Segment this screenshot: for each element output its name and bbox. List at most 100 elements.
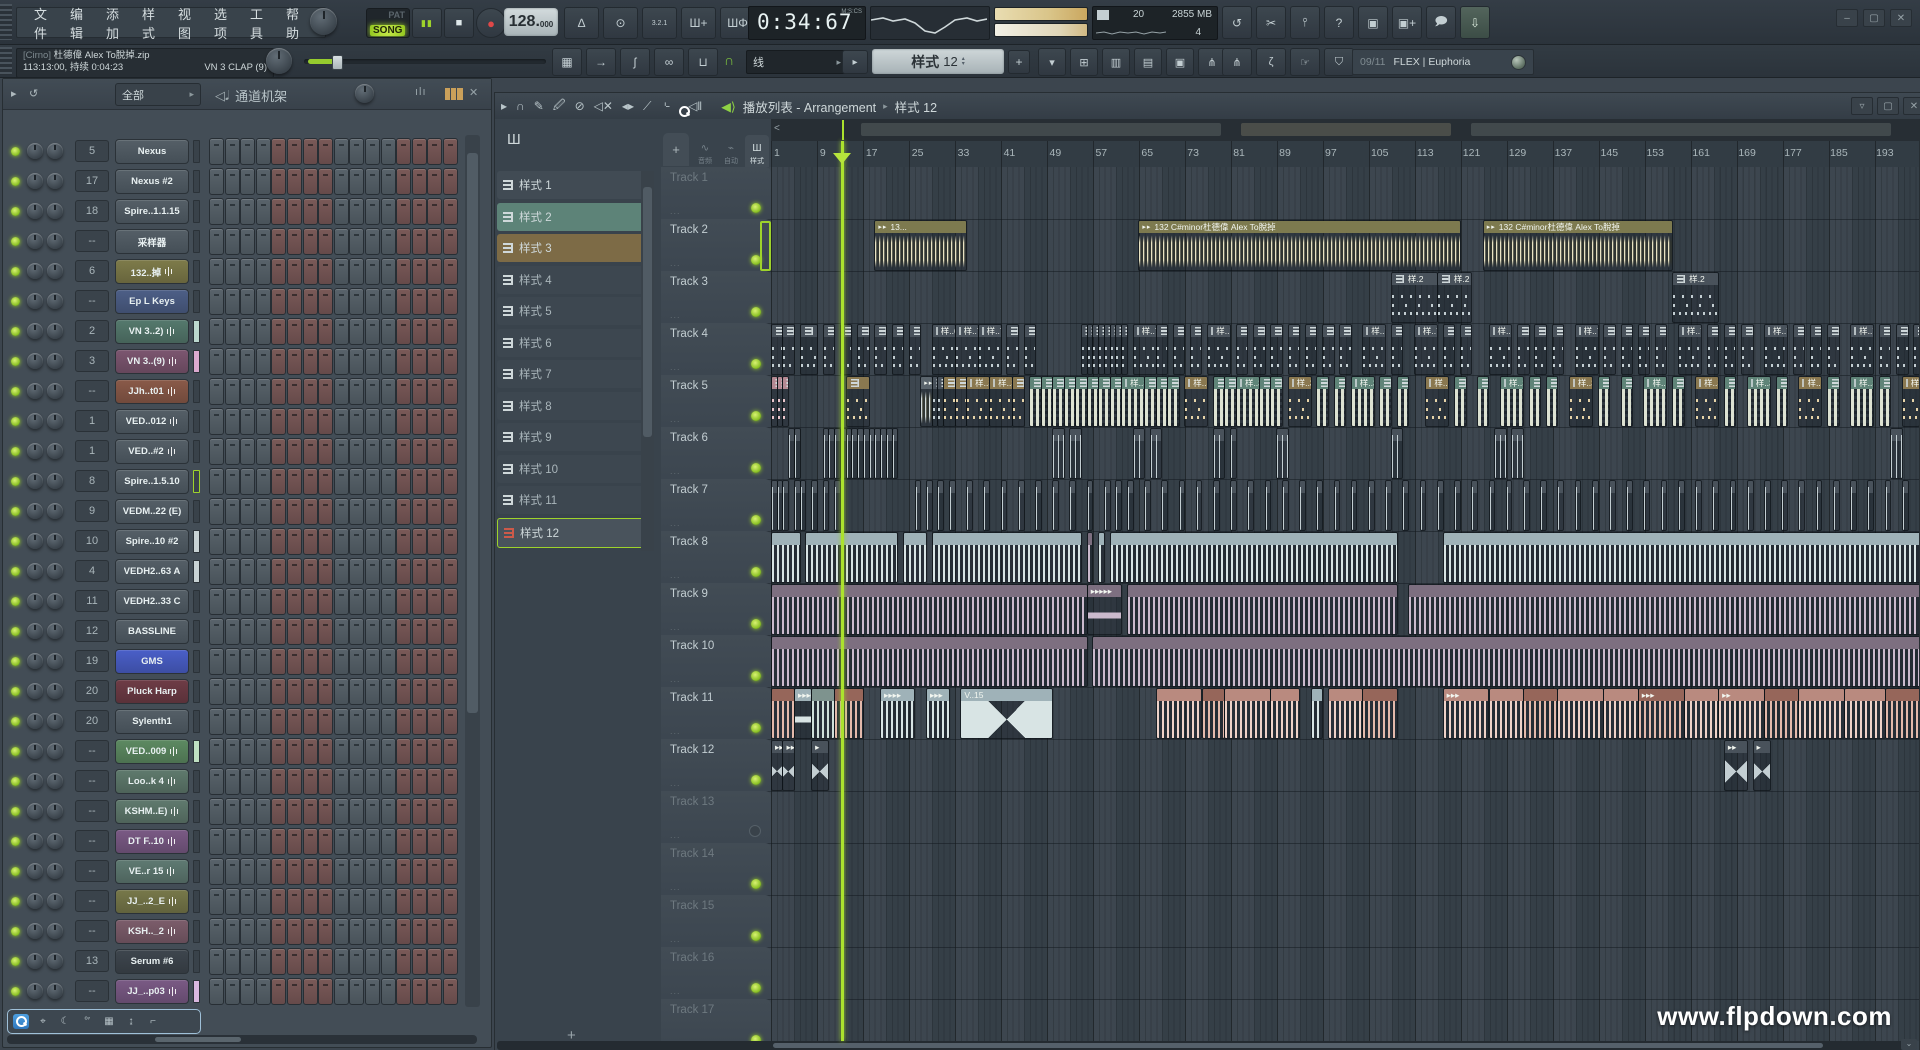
clip[interactable] <box>1437 480 1444 531</box>
step-cell[interactable] <box>303 288 318 315</box>
step-cell[interactable] <box>271 138 286 165</box>
channel-pan-knob[interactable] <box>27 323 43 339</box>
clip[interactable]: ▸▸ <box>1718 688 1765 739</box>
channel-pan-knob[interactable] <box>27 563 43 579</box>
step-cell[interactable] <box>396 438 411 465</box>
channel-target-display[interactable]: 6 <box>75 260 109 282</box>
step-cell[interactable] <box>209 588 224 615</box>
step-cell[interactable] <box>349 408 364 435</box>
step-cell[interactable] <box>334 858 349 885</box>
step-cell[interactable] <box>412 678 427 705</box>
step-cell[interactable] <box>381 138 396 165</box>
clip[interactable]: 样..7 <box>1362 324 1386 375</box>
clip[interactable] <box>1741 324 1753 375</box>
channel-volume-knob[interactable] <box>47 173 63 189</box>
step-cell[interactable] <box>271 528 286 555</box>
clip[interactable] <box>1104 480 1111 531</box>
clip[interactable] <box>1678 480 1685 531</box>
clip[interactable]: 样..7 <box>1207 324 1231 375</box>
step-cell[interactable] <box>303 528 318 555</box>
step-cell[interactable] <box>412 708 427 735</box>
step-cell[interactable] <box>256 618 271 645</box>
step-cell[interactable] <box>287 378 302 405</box>
step-cell[interactable] <box>209 648 224 675</box>
step-cell[interactable] <box>209 618 224 645</box>
channel-volume-knob[interactable] <box>47 473 63 489</box>
clip[interactable] <box>1638 324 1650 375</box>
clip[interactable]: 样..7 <box>1133 324 1157 375</box>
clip[interactable] <box>1684 688 1719 739</box>
clip[interactable] <box>1793 324 1805 375</box>
clip[interactable] <box>1471 480 1478 531</box>
clip[interactable] <box>1202 688 1226 739</box>
clip[interactable] <box>800 480 807 531</box>
pattern-item[interactable]: 样式 11 <box>497 486 649 514</box>
clip[interactable]: 样.2 <box>1672 272 1719 323</box>
channel-pan-knob[interactable] <box>27 293 43 309</box>
channel-pan-knob[interactable] <box>27 833 43 849</box>
channel-led-icon[interactable] <box>11 627 20 636</box>
step-cell[interactable] <box>349 228 364 255</box>
clip[interactable] <box>1379 376 1391 427</box>
track-header[interactable]: Track 2... <box>661 219 771 272</box>
track-led-icon[interactable] <box>751 931 761 941</box>
clip[interactable] <box>1598 376 1610 427</box>
channel-pan-knob[interactable] <box>27 383 43 399</box>
step-cell[interactable] <box>240 798 255 825</box>
step-cell[interactable] <box>443 798 458 825</box>
clip[interactable] <box>782 376 789 427</box>
touch-button[interactable]: ☞ <box>1290 48 1320 76</box>
clip[interactable] <box>1747 480 1754 531</box>
clip[interactable] <box>1253 324 1265 375</box>
step-cell[interactable] <box>365 918 380 945</box>
toolbar-grip-2[interactable] <box>0 47 12 75</box>
step-cell[interactable] <box>318 528 333 555</box>
step-cell[interactable] <box>412 978 427 1005</box>
step-cell[interactable] <box>240 738 255 765</box>
step-cell[interactable] <box>381 558 396 585</box>
clip[interactable]: ▸▸13... <box>874 220 967 271</box>
step-cell[interactable] <box>318 678 333 705</box>
step-cell[interactable] <box>381 618 396 645</box>
channel-target-display[interactable]: 10 <box>75 530 109 552</box>
clip[interactable] <box>811 688 835 739</box>
step-cell[interactable] <box>427 318 442 345</box>
clip[interactable] <box>1173 324 1185 375</box>
clip[interactable] <box>1885 688 1919 739</box>
clip[interactable]: 样..7 <box>955 324 979 375</box>
clip[interactable] <box>1311 688 1323 739</box>
step-cell[interactable] <box>287 558 302 585</box>
channel-button[interactable]: Spire..10 #2 <box>115 529 189 554</box>
tempo-display[interactable]: 128.000 <box>504 8 558 36</box>
step-cell[interactable] <box>240 648 255 675</box>
step-cell[interactable] <box>271 468 286 495</box>
step-cell[interactable] <box>443 678 458 705</box>
step-cell[interactable] <box>256 588 271 615</box>
step-cell[interactable] <box>365 288 380 315</box>
track-header[interactable]: Track 10... <box>661 635 771 688</box>
step-cell[interactable] <box>349 198 364 225</box>
clip[interactable] <box>1144 480 1151 531</box>
step-cell[interactable] <box>225 228 240 255</box>
step-cell[interactable] <box>303 408 318 435</box>
clip[interactable] <box>1506 480 1513 531</box>
step-cell[interactable] <box>334 768 349 795</box>
clip[interactable] <box>1621 376 1633 427</box>
step-cell[interactable] <box>365 618 380 645</box>
step-cell[interactable] <box>209 708 224 735</box>
track-lane[interactable] <box>771 947 1919 1000</box>
step-cell[interactable] <box>412 768 427 795</box>
step-cell[interactable] <box>349 348 364 375</box>
step-cell[interactable] <box>427 618 442 645</box>
time-panel[interactable]: 0:34:67 M:S:CS <box>748 6 866 40</box>
clip[interactable]: 样..7 <box>1575 324 1599 375</box>
clip[interactable] <box>1265 480 1272 531</box>
clip[interactable] <box>932 532 1082 583</box>
track-header[interactable]: Track 14... <box>661 843 771 896</box>
clip[interactable] <box>983 480 990 531</box>
step-cell[interactable] <box>287 198 302 225</box>
step-cell[interactable] <box>396 918 411 945</box>
maximize-button[interactable]: ▢ <box>1863 9 1885 27</box>
clip[interactable] <box>1885 480 1892 531</box>
step-cell[interactable] <box>443 318 458 345</box>
